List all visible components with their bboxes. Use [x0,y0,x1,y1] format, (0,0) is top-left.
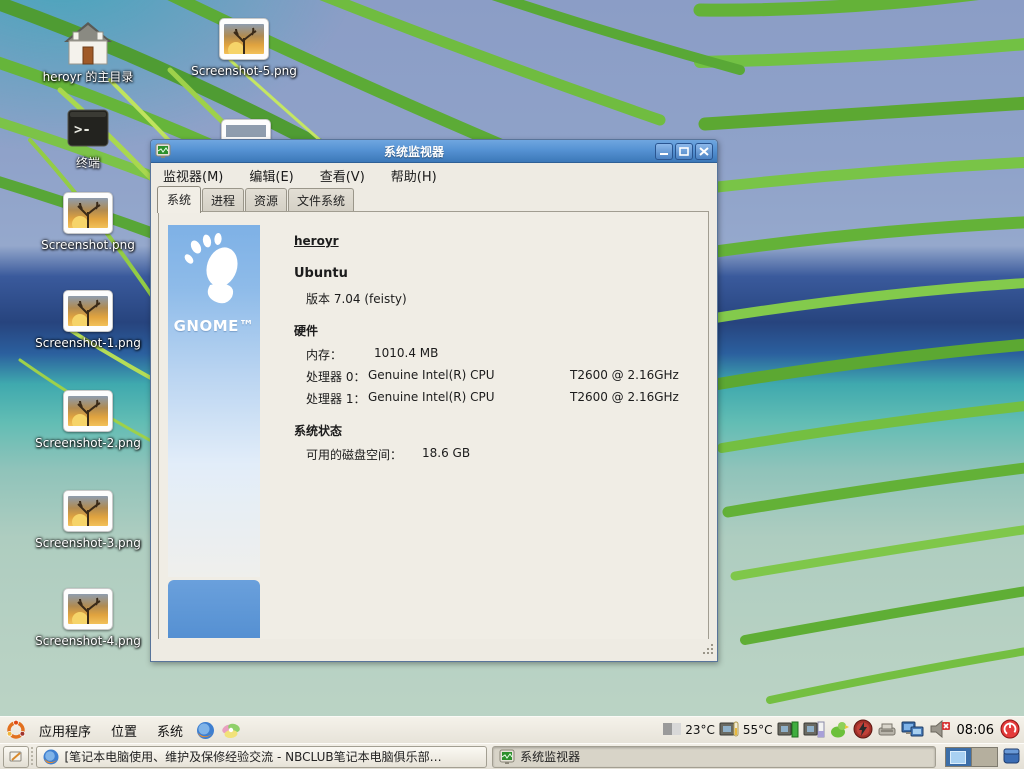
quit-button-icon[interactable] [1000,719,1020,742]
menu-view[interactable]: 查看(V) [320,166,365,185]
desktop-icon-screenshot4[interactable]: Screenshot-4.png [22,588,154,649]
tab-system[interactable]: 系统 [157,186,201,213]
taskbar-item-label: [笔记本电脑使用、维护及保修经验交流 - NBCLUB笔记本电脑俱乐部… [64,748,441,765]
desktop-icon-label: Screenshot-2.png [35,436,141,450]
desktop-icon-terminal[interactable]: >- 终端 [22,106,154,171]
tab-resources[interactable]: 资源 [245,188,287,213]
ambient-temperature: 23°C [685,723,715,737]
tab-processes[interactable]: 进程 [202,188,244,213]
workspace-2[interactable] [971,748,997,766]
gnome-logo-text: GNOME™ [168,317,260,335]
memory-label: 内存： [306,346,342,363]
system-monitor-window: 系统监视器 监视器(M) 编辑(E) 查看(V) 帮助(H) 系统 进程 资源 … [150,139,718,662]
window-title: 系统监视器 [173,143,655,160]
pinwheel-app-launcher-icon[interactable] [221,721,241,740]
terminal-icon: >- [62,106,114,152]
panel-handle[interactable] [31,747,34,767]
cpu0-label: 处理器 0： [306,368,365,385]
menu-monitor[interactable]: 监视器(M) [163,166,223,185]
menu-applications[interactable]: 应用程序 [39,721,91,740]
desktop-icon-label: Screenshot-5.png [191,64,297,78]
window-statusbar [151,639,715,656]
resize-grip[interactable] [701,642,713,654]
image-thumbnail-icon [63,490,113,532]
distro-version: 版本 7.04 (feisty) [306,290,407,307]
menu-help[interactable]: 帮助(H) [391,166,437,185]
sidebar-bottom-block [168,580,260,638]
desktop-icon-label: Screenshot-4.png [35,634,141,648]
desktop-icon-screenshot2[interactable]: Screenshot-2.png [22,390,154,451]
cpu1-detail: T2600 @ 2.16GHz [570,390,679,404]
show-desktop-button[interactable] [3,746,29,768]
taskbar-item-firefox[interactable]: [笔记本电脑使用、维护及保修经验交流 - NBCLUB笔记本电脑俱乐部… [36,746,487,768]
hostname-text: heroyr [294,234,339,248]
menu-edit[interactable]: 编辑(E) [249,166,293,185]
cpu0-model: Genuine Intel(R) CPU [368,368,495,382]
image-thumbnail-icon [63,290,113,332]
cpufreq-applet-cpu0-icon[interactable] [777,720,799,741]
tab-filesystems[interactable]: 文件系统 [288,188,354,213]
clock-applet[interactable]: 08:06 [957,723,994,738]
cpu-temperature: 55°C [743,723,773,737]
messenger-status-icon[interactable] [829,720,849,741]
desktop-icon-label: Screenshot-3.png [35,536,141,550]
tab-bar: 系统 进程 资源 文件系统 [151,187,717,213]
window-titlebar[interactable]: 系统监视器 [151,140,717,163]
firefox-launcher-icon[interactable] [196,721,215,740]
svg-text:>-: >- [74,122,91,138]
desktop-icon-screenshot3[interactable]: Screenshot-3.png [22,490,154,551]
desktop-icon-screenshot5[interactable]: Screenshot-5.png [178,18,310,79]
desktop-icon-label: 终端 [76,156,100,170]
firefox-icon [43,749,59,765]
system-monitor-icon [155,143,171,159]
window-menubar: 监视器(M) 编辑(E) 查看(V) 帮助(H) [151,163,717,187]
ubuntu-logo-icon[interactable] [6,720,26,740]
gnome-sidebar: GNOME™ [168,225,260,577]
volume-muted-icon[interactable] [929,720,951,741]
close-button[interactable] [695,143,713,160]
taskbar-item-system-monitor[interactable]: 系统监视器 [492,746,936,768]
disk-label: 可用的磁盘空间： [306,446,402,463]
image-thumbnail-icon [219,18,269,60]
image-thumbnail-icon [63,588,113,630]
taskbar-item-label: 系统监视器 [520,748,580,765]
maximize-button[interactable] [675,143,693,160]
system-tray: 23°C 55°C [663,719,1024,742]
menu-system[interactable]: 系统 [157,721,183,740]
network-monitor-icon[interactable] [901,719,925,742]
desktop-icon-home[interactable]: heroyr 的主目录 [22,20,154,85]
memory-value: 1010.4 MB [374,346,438,360]
cpu1-model: Genuine Intel(R) CPU [368,390,495,404]
gnome-panel-bottom: [笔记本电脑使用、维护及保修经验交流 - NBCLUB笔记本电脑俱乐部… 系统监… [0,743,1024,769]
cpu-temperature-icon[interactable] [719,720,739,741]
workspace-1[interactable] [946,748,971,766]
brightness-applet-icon[interactable] [663,722,681,739]
cpu1-label: 处理器 1： [306,390,365,407]
distro-name: Ubuntu [294,266,348,281]
workspace-switcher [945,747,998,767]
system-tab-content: GNOME™ heroyr Ubuntu 版本 7.04 (feisty) 硬件… [158,211,709,640]
minimize-button[interactable] [655,143,673,160]
desktop-icon-label: Screenshot.png [41,238,135,252]
status-section-title: 系统状态 [294,422,342,439]
image-thumbnail-icon [63,390,113,432]
image-thumbnail-icon [63,192,113,234]
desktop-icon-label: Screenshot-1.png [35,336,141,350]
menu-places[interactable]: 位置 [111,721,137,740]
gnome-foot-icon [182,233,246,315]
gnome-panel-top: 应用程序 位置 系统 23°C 55°C [0,716,1024,744]
desktop-icon-screenshot1[interactable]: Screenshot-1.png [22,290,154,351]
power-manager-icon[interactable] [853,719,873,742]
cpu0-detail: T2600 @ 2.16GHz [570,368,679,382]
desktop-icon-partially-hidden[interactable] [221,119,271,141]
disk-value: 18.6 GB [422,446,470,460]
desktop-icon-label: heroyr 的主目录 [43,70,134,84]
hardware-section-title: 硬件 [294,322,318,339]
desktop-icon-screenshot[interactable]: Screenshot.png [22,192,154,253]
home-folder-icon [62,20,114,66]
system-monitor-icon [499,749,515,765]
trash-applet-icon[interactable] [1002,746,1021,768]
printer-applet-icon[interactable] [877,721,897,740]
cpufreq-applet-cpu1-icon[interactable] [803,720,825,741]
